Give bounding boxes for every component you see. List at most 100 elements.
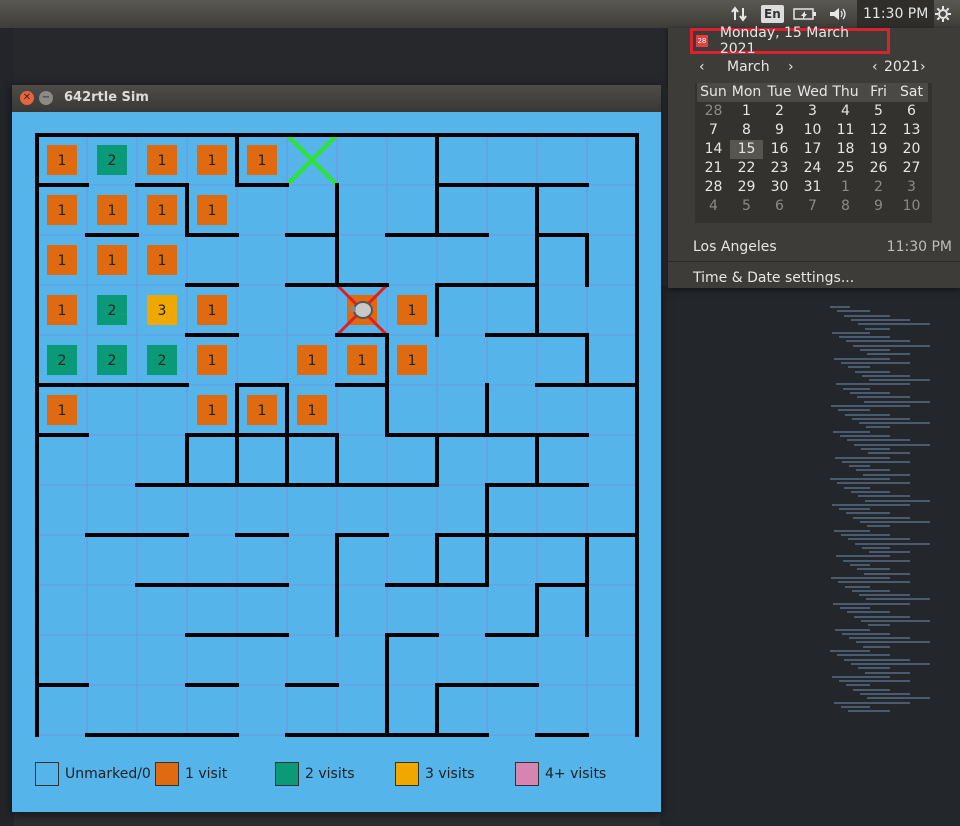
code-line xyxy=(865,499,930,502)
calendar-day[interactable]: 22 xyxy=(730,159,763,178)
visit-count-label: 1 xyxy=(408,303,417,319)
code-line xyxy=(862,374,910,377)
calendar-day[interactable]: 8 xyxy=(730,121,763,140)
code-line xyxy=(832,503,910,506)
calendar-day[interactable]: 10 xyxy=(895,197,928,216)
calendar-day[interactable]: 16 xyxy=(763,140,796,159)
calendar-day[interactable]: 8 xyxy=(829,197,862,216)
code-line xyxy=(851,490,890,493)
calendar-day[interactable]: 25 xyxy=(829,159,862,178)
calendar-day[interactable]: 9 xyxy=(763,121,796,140)
visit-count-label: 1 xyxy=(58,303,67,319)
calendar-day[interactable]: 23 xyxy=(763,159,796,178)
calendar-day[interactable]: 3 xyxy=(895,178,928,197)
calendar-day[interactable]: 27 xyxy=(895,159,928,178)
calendar-day[interactable]: 28 xyxy=(697,178,730,197)
legend-item: 3 visits xyxy=(395,760,475,788)
calendar-day[interactable]: 24 xyxy=(796,159,829,178)
calendar-day[interactable]: 30 xyxy=(763,178,796,197)
year-prev-button[interactable]: ‹ xyxy=(872,58,878,76)
calendar-day[interactable]: 2 xyxy=(862,178,895,197)
calendar-day[interactable]: 6 xyxy=(895,102,928,121)
month-prev-button[interactable]: ‹ xyxy=(699,58,705,76)
network-arrows-icon[interactable] xyxy=(728,0,750,28)
calendar-day[interactable]: 3 xyxy=(796,102,829,121)
calendar-day[interactable]: 10 xyxy=(796,121,829,140)
legend-item: 2 visits xyxy=(275,760,355,788)
code-line xyxy=(866,598,930,601)
calendar-day[interactable]: 26 xyxy=(862,159,895,178)
date-header-item[interactable]: 28 Monday, 15 March 2021 xyxy=(690,25,890,57)
code-line xyxy=(853,516,910,519)
calendar-day[interactable]: 11 xyxy=(829,121,862,140)
calendar-day[interactable]: 29 xyxy=(730,178,763,197)
year-next-button[interactable]: › xyxy=(920,58,926,76)
weekday-header: Mon xyxy=(730,83,763,102)
code-line xyxy=(869,379,930,382)
calendar-day[interactable]: 6 xyxy=(763,197,796,216)
calendar-day[interactable]: 7 xyxy=(697,121,730,140)
calendar-day[interactable]: 28 xyxy=(697,102,730,121)
calendar-day[interactable]: 9 xyxy=(862,197,895,216)
desktop-background xyxy=(0,28,670,88)
visit-count-label: 1 xyxy=(58,403,67,419)
month-label: March xyxy=(727,59,770,75)
visit-count-label: 1 xyxy=(158,153,167,169)
calendar-day[interactable]: 31 xyxy=(796,178,829,197)
calendar-day-today[interactable]: 15 xyxy=(730,140,763,159)
calendar-day[interactable]: 2 xyxy=(763,102,796,121)
visit-count-label: 2 xyxy=(158,353,167,369)
calendar-icon: 28 xyxy=(696,35,708,47)
calendar-day[interactable]: 19 xyxy=(862,140,895,159)
code-line xyxy=(855,370,890,373)
window-titlebar[interactable]: ✕ − 642rtle Sim xyxy=(12,85,661,112)
calendar-day[interactable]: 1 xyxy=(730,102,763,121)
calendar-day[interactable]: 7 xyxy=(796,197,829,216)
code-line xyxy=(839,680,910,683)
battery-icon[interactable] xyxy=(792,0,818,28)
code-line xyxy=(834,357,890,360)
calendar-day[interactable]: 14 xyxy=(697,140,730,159)
volume-icon[interactable] xyxy=(826,0,850,28)
code-line xyxy=(836,383,910,386)
location-name[interactable]: Los Angeles xyxy=(693,239,777,255)
panel-clock[interactable]: 11:30 PM xyxy=(857,0,935,28)
visit-count-label: 1 xyxy=(258,403,267,419)
close-icon[interactable]: ✕ xyxy=(20,91,34,105)
legend-swatch xyxy=(35,762,59,786)
code-line xyxy=(832,675,890,678)
time-date-settings-item[interactable]: Time & Date settings... xyxy=(693,270,854,286)
code-line xyxy=(845,585,870,588)
system-gear-icon[interactable] xyxy=(932,0,954,28)
month-next-button[interactable]: › xyxy=(788,58,794,76)
code-line xyxy=(869,551,910,554)
calendar-day[interactable]: 18 xyxy=(829,140,862,159)
code-line xyxy=(867,353,910,356)
code-line xyxy=(840,435,890,437)
calendar-menu: 28 Monday, 15 March 2021 ‹ March › ‹ 202… xyxy=(668,25,960,288)
calendar-day[interactable]: 12 xyxy=(862,121,895,140)
visit-count-label: 2 xyxy=(108,303,117,319)
keyboard-language-indicator[interactable]: En xyxy=(761,5,784,23)
calendar-day[interactable]: 13 xyxy=(895,121,928,140)
calendar-day[interactable]: 5 xyxy=(862,102,895,121)
code-line xyxy=(858,323,930,326)
code-line xyxy=(843,559,910,562)
visit-count-label: 1 xyxy=(108,203,117,219)
code-line xyxy=(846,512,890,515)
calendar-day[interactable]: 20 xyxy=(895,140,928,159)
code-line xyxy=(859,594,910,597)
calendar-day[interactable]: 5 xyxy=(730,197,763,216)
calendar-day[interactable]: 4 xyxy=(829,102,862,121)
calendar-day[interactable]: 1 xyxy=(829,178,862,197)
code-line xyxy=(858,495,910,498)
minimize-icon[interactable]: − xyxy=(39,91,53,105)
calendar-day[interactable]: 4 xyxy=(697,197,730,216)
code-line xyxy=(837,482,910,485)
calendar-day[interactable]: 21 xyxy=(697,159,730,178)
code-line xyxy=(864,400,930,403)
code-line xyxy=(839,336,890,339)
code-line xyxy=(860,521,930,523)
calendar-day[interactable]: 17 xyxy=(796,140,829,159)
legend-label: 1 visit xyxy=(185,766,228,782)
